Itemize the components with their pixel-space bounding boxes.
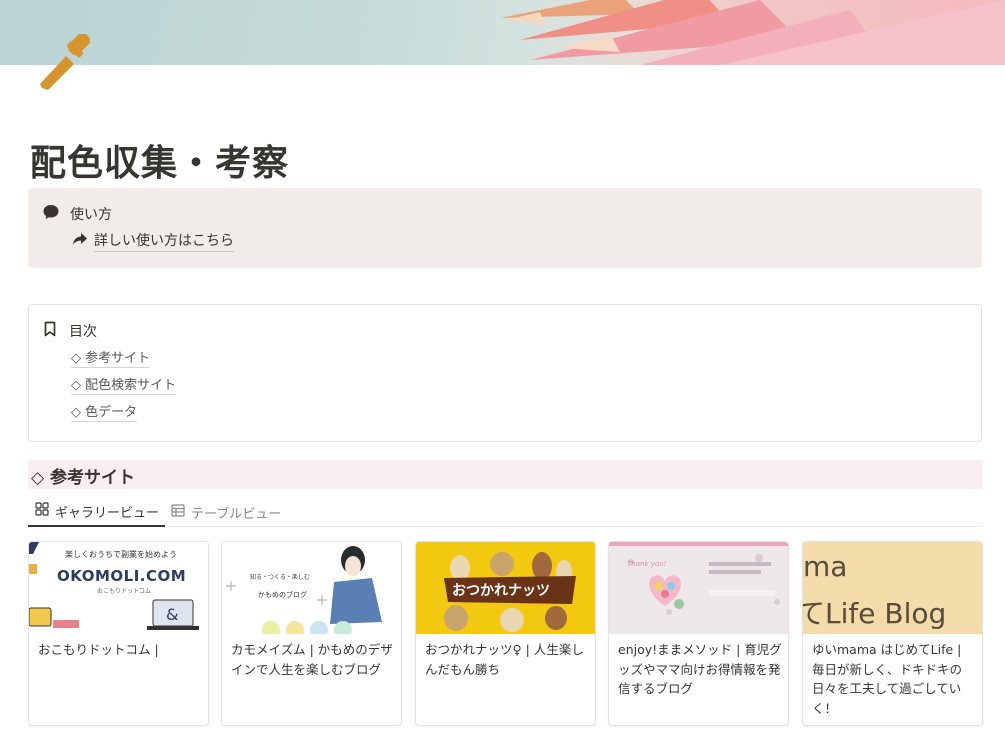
tab-gallery-view-label: ギャラリービュー — [55, 505, 160, 521]
thumb-illustration — [226, 546, 382, 634]
callout-title: 使い方 — [70, 207, 112, 223]
gallery-card-kamomeism[interactable]: 知る・つくる・楽しむ かもめのブログ カモメイズム | かもめのデザインで人生を… — [221, 541, 402, 726]
toc-header: 目次 — [43, 321, 97, 341]
thumb-illustration: & — [29, 542, 199, 630]
card-thumbnail: 楽しくおうちで副業を始めよう OKOMOLI.COM おこもりドットコム & — [29, 542, 208, 634]
gallery-card-yuimama[interactable]: ma てLife Blog ゆいmama はじめてLife | 毎日が新しく、ド… — [802, 541, 983, 726]
card-caption: おこもりドットコム | — [38, 642, 159, 657]
thumb-title: おつかれナッツ — [452, 583, 550, 599]
view-tabs: ギャラリービュー テーブルビュー — [28, 497, 982, 527]
card-thumbnail: Thank you! — [609, 542, 788, 634]
card-caption: enjoy!ままメソッド | 育児グッズやママ向けお得情報を発信するブログ — [618, 642, 782, 696]
share-arrow-icon — [72, 232, 88, 250]
gallery-grid-icon — [35, 502, 49, 520]
tab-table-view-label: テーブルビュー — [191, 506, 282, 522]
usage-details-link-text[interactable]: 詳しい使い方はこちら — [94, 230, 234, 252]
tab-table-view[interactable]: テーブルビュー — [171, 497, 281, 527]
callout-header: 使い方 — [42, 203, 112, 225]
card-caption: おつかれナッツ♀ | 人生楽しんだもん勝ち — [425, 642, 584, 677]
toc-item-color-search-sites[interactable]: ◇ 配色検索サイト — [71, 378, 177, 395]
gallery-card-okomori[interactable]: 楽しくおうちで副業を始めよう OKOMOLI.COM おこもりドットコム & お… — [28, 541, 209, 726]
gallery-card-otsukare-nuts[interactable]: おつかれナッツ おつかれナッツ♀ | 人生楽しんだもん勝ち — [415, 541, 596, 726]
card-thumbnail: ma てLife Blog — [803, 542, 982, 634]
card-thumbnail: 知る・つくる・楽しむ かもめのブログ — [222, 542, 401, 634]
bookmark-icon — [43, 321, 57, 341]
cover-image — [0, 0, 1005, 65]
thumb-text: Thank you! — [627, 560, 667, 568]
speech-bubble-icon — [42, 203, 60, 225]
svg-text:&: & — [166, 605, 178, 624]
toc-item-color-data[interactable]: ◇ 色データ — [71, 405, 138, 422]
thumb-illustration — [609, 542, 788, 634]
table-icon — [171, 503, 185, 521]
thumb-line1: ma — [803, 550, 848, 583]
usage-details-link[interactable]: 詳しい使い方はこちら — [72, 230, 234, 252]
gallery-card-enjoy-mama-method[interactable]: Thank you! enjoy!ままメソッド | 育児グッズやママ向けお得情報… — [608, 541, 789, 726]
page-title: 配色収集・考察 — [30, 143, 290, 184]
tab-gallery-view[interactable]: ギャラリービュー — [28, 497, 165, 527]
thumb-line2: てLife Blog — [803, 597, 947, 630]
toc-item-reference-sites[interactable]: ◇ 参考サイト — [71, 351, 151, 368]
card-caption: カモメイズム | かもめのデザインで人生を楽しむブログ — [231, 642, 393, 677]
card-thumbnail: おつかれナッツ — [416, 542, 595, 634]
toc-title: 目次 — [69, 324, 97, 340]
eyedropper-icon[interactable] — [36, 33, 96, 94]
section-heading-reference-sites: ◇ 参考サイト — [28, 460, 982, 489]
usage-callout: 使い方 詳しい使い方はこちら — [28, 188, 982, 268]
table-of-contents: 目次 ◇ 参考サイト ◇ 配色検索サイト ◇ 色データ — [28, 304, 982, 442]
card-caption: ゆいmama はじめてLife | 毎日が新しく、ドキドキの日々を工夫して過ごし… — [812, 642, 963, 716]
